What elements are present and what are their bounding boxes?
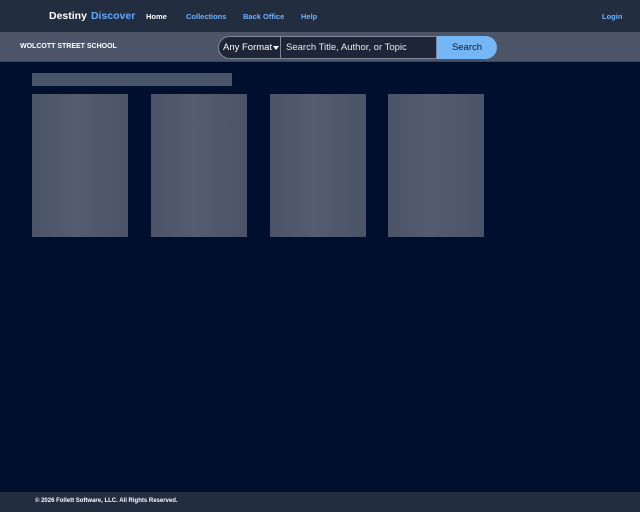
loading-placeholder-title <box>32 73 232 86</box>
copyright-text: © 2026 Follett Software, LLC. All Rights… <box>35 498 178 504</box>
search-button[interactable]: Search <box>437 36 497 59</box>
login-link[interactable]: Login <box>602 12 622 21</box>
nav-home[interactable]: Home <box>146 12 167 21</box>
loading-placeholder-card[interactable] <box>151 94 247 237</box>
loading-placeholder-card[interactable] <box>388 94 484 237</box>
school-name: WOLCOTT STREET SCHOOL <box>20 43 117 50</box>
loading-placeholder-card[interactable] <box>32 94 128 237</box>
top-nav-bar: Destiny Discover Home Collections Back Of… <box>0 0 640 32</box>
brand-primary-text: Destiny <box>49 10 87 22</box>
format-dropdown[interactable]: Any Format <box>218 36 281 59</box>
search-input[interactable] <box>281 36 437 59</box>
brand-accent-text: Discover <box>90 10 136 22</box>
nav-help[interactable]: Help <box>301 12 317 21</box>
footer: © 2026 Follett Software, LLC. All Rights… <box>0 492 640 512</box>
brand-logo[interactable]: Destiny Discover <box>49 10 135 22</box>
nav-back-office[interactable]: Back Office <box>243 12 284 21</box>
format-dropdown-label: Any Format <box>223 42 273 53</box>
caret-down-icon <box>273 46 279 50</box>
loading-placeholder-card[interactable] <box>270 94 366 237</box>
nav-collections[interactable]: Collections <box>186 12 226 21</box>
